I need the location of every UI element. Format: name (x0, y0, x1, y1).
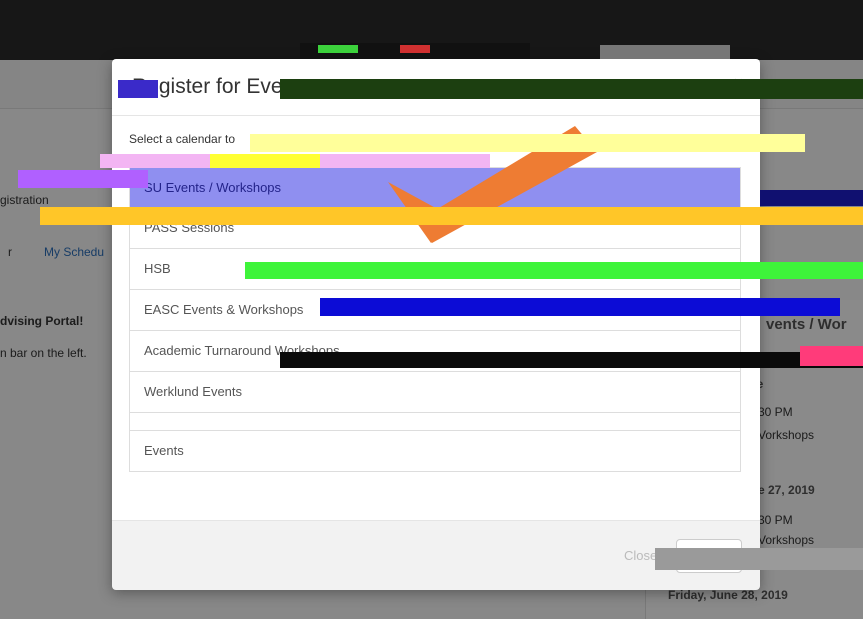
glitch-artifact (280, 79, 863, 99)
glitch-artifact (760, 190, 863, 206)
glitch-artifact (245, 262, 863, 279)
calendar-option-werklund[interactable]: Werklund Events (129, 372, 741, 413)
glitch-artifact (250, 134, 805, 152)
calendar-option-label: EASC Events & Workshops (144, 302, 304, 317)
glitch-artifact (18, 170, 148, 188)
glitch-artifact (400, 45, 430, 53)
calendar-option-label: SU Events / Workshops (144, 180, 282, 195)
calendar-option-events[interactable]: Events (129, 431, 741, 472)
calendar-option-label: Werklund Events (144, 384, 243, 399)
calendar-select-prompt: Select a calendar to (129, 132, 236, 146)
glitch-artifact (320, 298, 840, 316)
glitch-artifact (800, 346, 863, 366)
glitch-artifact (210, 154, 320, 168)
calendar-option-label: HSB (144, 261, 171, 276)
glitch-artifact (318, 45, 358, 53)
glitch-artifact (40, 207, 863, 225)
calendar-option-label: Events (144, 443, 184, 458)
calendar-option-blank[interactable] (129, 413, 741, 431)
calendar-option-su-events[interactable]: SU Events / Workshops (129, 167, 741, 208)
glitch-artifact (280, 352, 863, 368)
glitch-artifact (118, 80, 158, 98)
glitch-artifact (655, 548, 863, 570)
glitch-artifact (600, 45, 730, 59)
